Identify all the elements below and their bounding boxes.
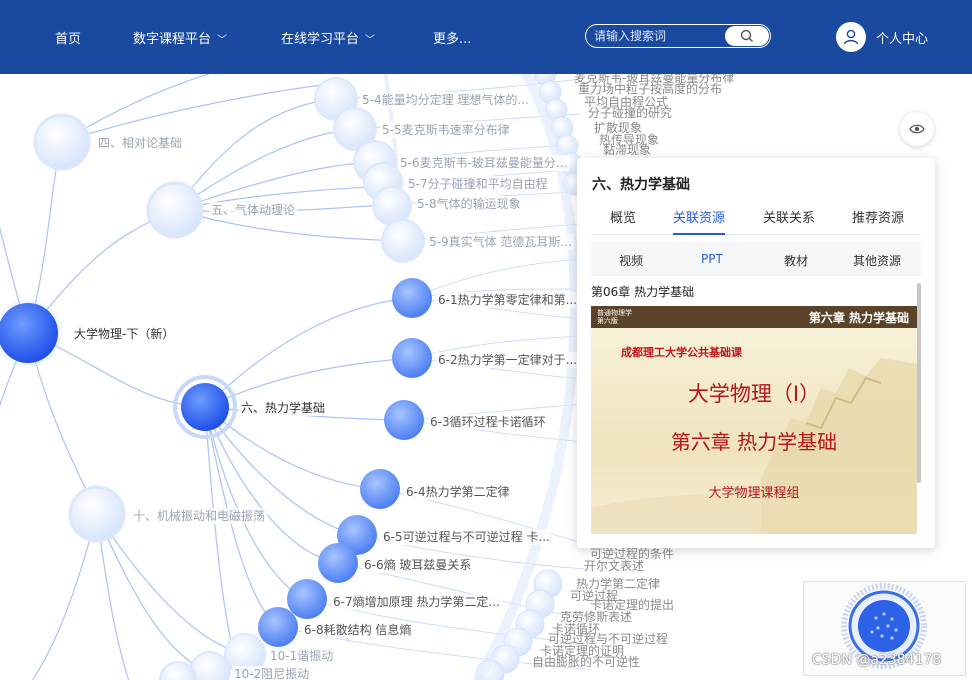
section-label-5-4: 5-4能量均分定理 理想气体的...: [360, 92, 531, 108]
tab-related-resources[interactable]: 关联资源: [673, 207, 726, 235]
nav-more[interactable]: 更多...: [433, 28, 471, 47]
leaf-label: 分子碰撞的研究: [588, 106, 673, 120]
nav-online-learning-platform[interactable]: 在线学习平台 ﹀: [281, 28, 375, 47]
section-label-5-8: 5-8气体的输运现象: [415, 196, 523, 212]
panel-tabs: 概览 关联资源 关联关系 推荐资源: [591, 207, 921, 235]
slide-tag-line2: 第六版: [597, 317, 618, 325]
section-label-5-5: 5-5麦克斯韦速率分布律: [380, 122, 512, 138]
root-node[interactable]: [0, 303, 58, 363]
panel-scrollbar[interactable]: [917, 283, 921, 483]
section-label-6-2: 6-2热力学第一定律对于...: [436, 352, 580, 368]
nav-online-label: 在线学习平台: [281, 32, 360, 47]
watermark: CSDN @a2384178: [812, 652, 942, 668]
slide-header-bar: 普通物理学 第六版 第六章 热力学基础: [591, 306, 917, 328]
resource-type-tabs: 视频 PPT 教材 其他资源: [591, 242, 921, 276]
chapter-label-thermo: 六、热力学基础: [239, 400, 328, 416]
slide-course-group: 大学物理课程组: [708, 486, 800, 501]
section-label-5-7: 5-7分子碰撞和平均自由程: [406, 176, 550, 192]
section-node-6-8[interactable]: [258, 607, 298, 647]
chevron-down-icon: ﹀: [365, 35, 376, 46]
leaf-label: 黏滞现象: [603, 143, 652, 157]
ppt-preview[interactable]: 普通物理学 第六版 第六章 热力学基础 成都理工大学公共基础课 大学物理（Ⅰ） 第…: [591, 306, 917, 534]
subtab-textbook[interactable]: 教材: [784, 252, 808, 269]
section-label-10-2: 10-2阻尼振动: [232, 666, 312, 680]
subtab-other[interactable]: 其他资源: [853, 252, 901, 269]
page-root: 首页 数字课程平台 ﹀ 在线学习平台 ﹀ 更多... 个人中心: [0, 0, 972, 680]
section-label-6-3: 6-3循环过程卡诺循环: [428, 414, 548, 430]
visibility-toggle-button[interactable]: [900, 112, 934, 146]
user-center-link[interactable]: 个人中心: [876, 28, 928, 47]
tab-recommended-resources[interactable]: 推荐资源: [852, 207, 904, 235]
section-label-6-1: 6-1热力学第零定律和第...: [436, 292, 580, 308]
section-node-6-4[interactable]: [360, 469, 400, 509]
slide-chapter-heading: 第六章 热力学基础: [808, 311, 909, 325]
section-node-6-2[interactable]: [392, 338, 432, 378]
section-label-6-5: 6-5可逆过程与不可逆过程 卡...: [381, 529, 552, 545]
leaf-label: 自由膨胀的不可逆性: [532, 655, 641, 669]
slide-tag-line1: 普通物理学: [597, 309, 632, 317]
chapter-label-gas: 五、气体动理论: [209, 202, 298, 218]
section-label-10-1: 10-1谐振动: [268, 648, 336, 664]
chapter-node-thermo[interactable]: [181, 383, 229, 431]
section-node-6-3[interactable]: [384, 400, 424, 440]
user-icon: [843, 29, 859, 45]
resource-title: 第06章 热力学基础: [591, 285, 695, 299]
section-node-5-9[interactable]: [381, 219, 425, 263]
chapter-node-vibration[interactable]: [68, 485, 126, 543]
chapter-node-relativity[interactable]: [33, 113, 91, 171]
nav-digital-label: 数字课程平台: [133, 32, 212, 47]
search-button[interactable]: [725, 26, 769, 46]
nav-digital-course-platform[interactable]: 数字课程平台 ﹀: [133, 28, 227, 47]
section-label-5-9: 5-9真实气体 范德瓦耳斯...: [427, 234, 574, 250]
avatar[interactable]: [836, 22, 866, 52]
search-input[interactable]: [594, 27, 724, 45]
leaf-label: 开尔文表述: [584, 559, 645, 573]
node-detail-panel: 六、热力学基础 概览 关联资源 关联关系 推荐资源 视频 PPT 教材 其他资源…: [577, 158, 935, 548]
search-icon: [740, 29, 753, 42]
slide-tag: 普通物理学 第六版: [597, 309, 632, 325]
slide-school: 成都理工大学公共基础课: [621, 346, 742, 359]
chapter-node-gas[interactable]: [146, 181, 204, 239]
chapter-label-vibration: 十、机械振动和电磁振荡: [131, 508, 268, 524]
chevron-down-icon: ﹀: [217, 35, 228, 46]
slide-course-title: 大学物理（Ⅰ）: [687, 382, 821, 406]
section-node-6-6[interactable]: [318, 543, 358, 583]
panel-title: 六、热力学基础: [592, 177, 690, 193]
subtab-video[interactable]: 视频: [619, 252, 643, 269]
root-label: 大学物理-下（新）: [72, 326, 177, 342]
tab-related-relations[interactable]: 关联关系: [763, 207, 815, 235]
section-label-6-4: 6-4热力学第二定律: [404, 484, 512, 500]
section-label-6-7: 6-7熵增加原理 热力学第二定...: [331, 594, 502, 610]
section-label-6-6: 6-6熵 玻耳兹曼关系: [362, 557, 474, 573]
section-label-6-8: 6-8耗散结构 信息熵: [302, 622, 414, 638]
section-node-6-1[interactable]: [392, 278, 432, 318]
slide-chapter-title: 第六章 热力学基础: [670, 430, 838, 454]
nav-home[interactable]: 首页: [55, 28, 81, 47]
section-label-5-6: 5-6麦克斯韦-玻耳兹曼能量分...: [398, 155, 570, 171]
search-box: [585, 24, 771, 48]
chapter-label-relativity: 四、相对论基础: [96, 135, 185, 151]
eye-icon: [909, 124, 925, 134]
section-node-6-7[interactable]: [287, 579, 327, 619]
subtab-ppt[interactable]: PPT: [701, 252, 723, 266]
tab-overview[interactable]: 概览: [610, 207, 636, 235]
top-nav-bar: 首页 数字课程平台 ﹀ 在线学习平台 ﹀ 更多... 个人中心: [0, 0, 972, 74]
